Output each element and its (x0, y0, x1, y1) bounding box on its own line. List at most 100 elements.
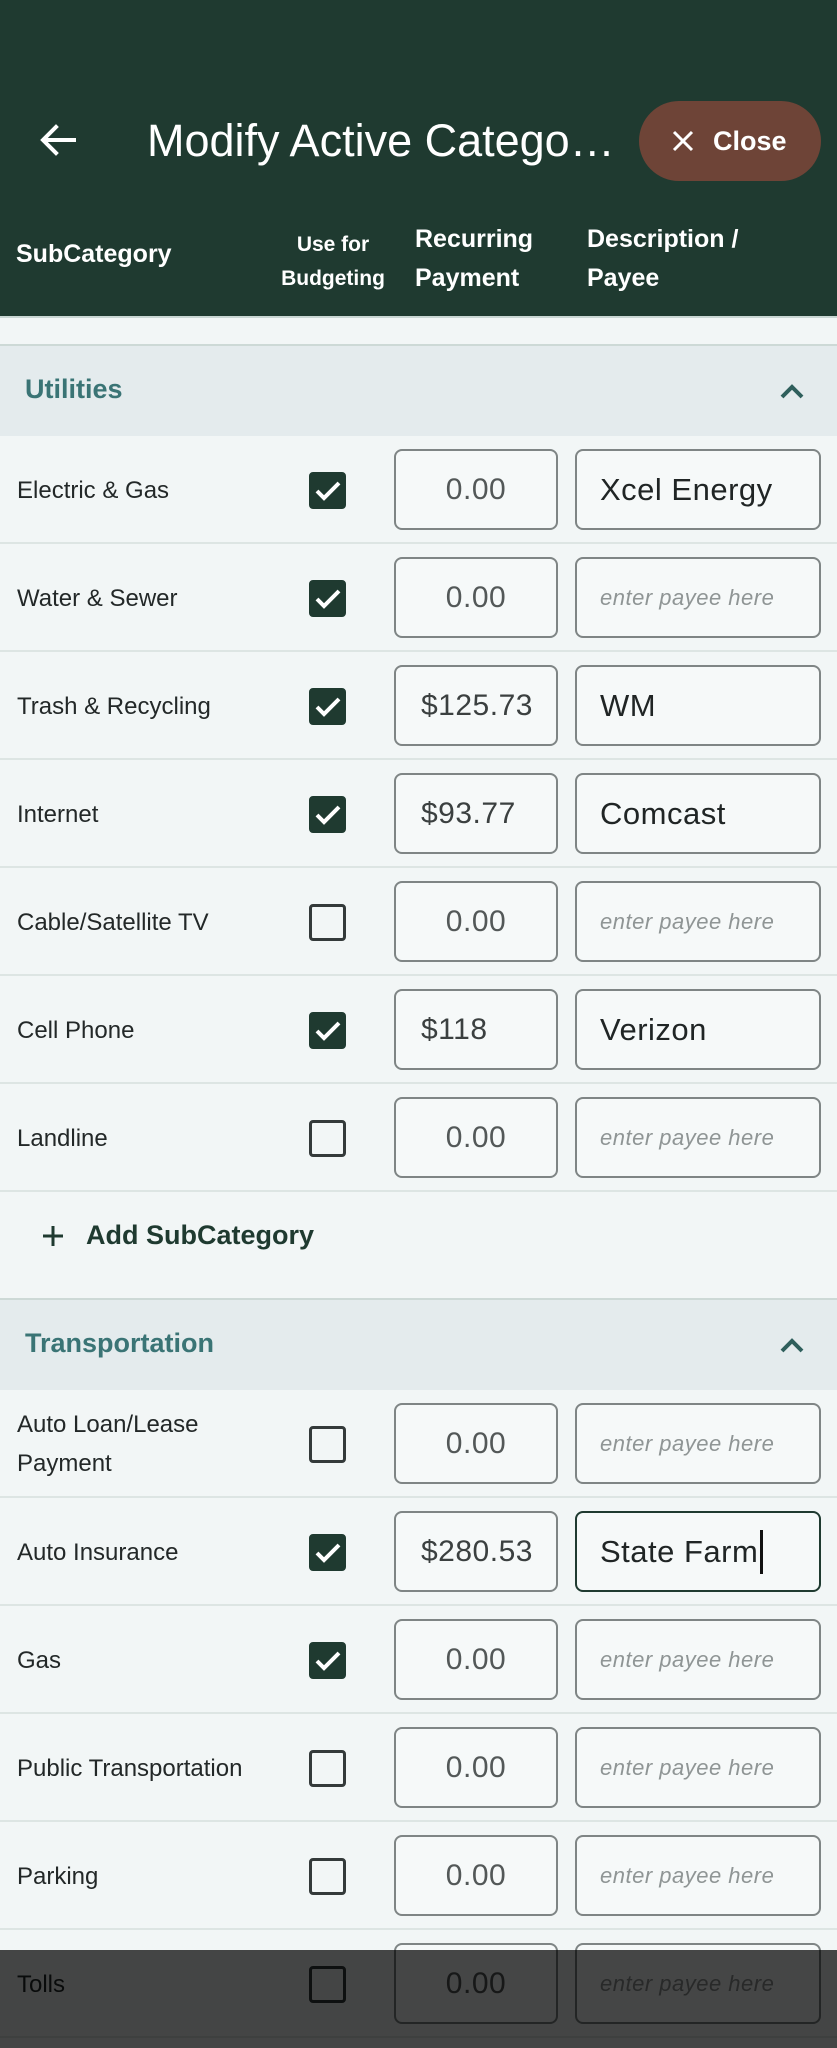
payee-value: Comcast (600, 795, 726, 831)
recurring-payment-input[interactable]: 0.00 (394, 1943, 558, 2024)
subcategory-row: Water & Sewer 0.00 enter payee here (0, 544, 837, 652)
subcategory-row: Public Transportation 0.00 enter payee her… (0, 1714, 837, 1822)
payee-input[interactable]: enter payee here (575, 557, 821, 638)
payee-value: enter payee here (600, 908, 775, 934)
subcategory-row: Parking 0.00 enter payee here (0, 1822, 837, 1930)
payee-input[interactable]: WM (575, 665, 821, 746)
payee-value: WM (600, 687, 657, 723)
subcategory-name: Auto Insurance (17, 1538, 179, 1566)
use-for-budgeting-checkbox[interactable] (309, 1120, 346, 1157)
recurring-payment-value: $280.53 (421, 1534, 533, 1568)
subcategory-row: Cable/Satellite TV 0.00 enter payee here (0, 868, 837, 976)
recurring-payment-input[interactable]: $125.73 (394, 665, 558, 746)
check-icon (315, 589, 340, 609)
recurring-payment-value: 0.00 (445, 1858, 507, 1892)
subcategory-label: Landline (17, 1084, 277, 1192)
recurring-payment-input[interactable]: 0.00 (394, 1097, 558, 1178)
back-button[interactable] (30, 112, 86, 168)
use-for-budgeting-checkbox[interactable] (309, 1012, 346, 1049)
subcategory-row: Gas 0.00 enter payee here (0, 1606, 837, 1714)
close-label: Close (713, 125, 787, 156)
subcategory-label: Internet (17, 760, 277, 868)
subcategory-name: Auto Loan/Lease Payment (17, 1411, 199, 1477)
payee-input[interactable]: enter payee here (575, 1403, 821, 1484)
recurring-payment-value: 0.00 (445, 1642, 507, 1676)
payee-value: State Farm (600, 1533, 759, 1569)
subcategory-label: Auto Loan/Lease Payment (17, 1390, 277, 1498)
use-for-budgeting-checkbox[interactable] (309, 472, 346, 509)
recurring-payment-input[interactable]: $118 (394, 989, 558, 1070)
payee-input[interactable]: Verizon (575, 989, 821, 1070)
subcategory-label: Water & Sewer (17, 544, 277, 652)
check-icon (315, 1651, 340, 1671)
chevron-up-icon (780, 1338, 804, 1353)
collapse-toggle[interactable] (777, 376, 807, 406)
recurring-payment-value: $125.73 (421, 688, 533, 722)
recurring-payment-value: 0.00 (445, 1750, 507, 1784)
use-for-budgeting-checkbox[interactable] (309, 1426, 346, 1463)
recurring-payment-input[interactable]: $93.77 (394, 773, 558, 854)
use-for-budgeting-checkbox[interactable] (309, 688, 346, 725)
subcategory-row: Electric & Gas 0.00 Xcel Energy (0, 436, 837, 544)
recurring-payment-input[interactable]: 0.00 (394, 1727, 558, 1808)
recurring-payment-input[interactable]: 0.00 (394, 1835, 558, 1916)
recurring-payment-value: 0.00 (445, 1426, 507, 1460)
section-header-transportation[interactable]: Transportation (0, 1298, 837, 1390)
payee-input[interactable]: enter payee here (575, 1943, 821, 2024)
payee-input[interactable]: Comcast (575, 773, 821, 854)
recurring-payment-input[interactable]: 0.00 (394, 1619, 558, 1700)
subcategory-name: Water & Sewer (17, 584, 178, 612)
payee-input[interactable]: enter payee here (575, 1619, 821, 1700)
column-header-use-for-budgeting: Use for Budgeting (281, 233, 385, 290)
payee-value: Verizon (600, 1011, 707, 1047)
header-divider (0, 316, 837, 318)
subcategory-name: Internet (17, 800, 99, 828)
subcategory-name: Parking (17, 1862, 99, 1890)
recurring-payment-input[interactable]: 0.00 (394, 881, 558, 962)
recurring-payment-input[interactable]: 0.00 (394, 449, 558, 530)
close-button[interactable]: Close (639, 101, 821, 181)
subcategory-row: Auto Insurance $280.53 State Farm (0, 1498, 837, 1606)
column-header-recurring-payment: Recurring Payment (415, 225, 534, 292)
recurring-payment-value: 0.00 (445, 580, 507, 614)
use-for-budgeting-checkbox[interactable] (309, 1750, 346, 1787)
payee-value: enter payee here (600, 1862, 775, 1888)
payee-input[interactable]: enter payee here (575, 1097, 821, 1178)
payee-input[interactable]: enter payee here (575, 881, 821, 962)
use-for-budgeting-checkbox[interactable] (309, 580, 346, 617)
payee-input[interactable]: enter payee here (575, 1727, 821, 1808)
column-header-subcategory: SubCategory (16, 240, 172, 268)
subcategory-label: Gas (17, 1606, 277, 1714)
add-subcategory-row: Add SubCategory (0, 1190, 837, 1298)
collapse-toggle[interactable] (777, 1330, 807, 1360)
payee-input[interactable]: enter payee here (575, 1835, 821, 1916)
recurring-payment-value: 0.00 (445, 904, 507, 938)
add-subcategory-label: Add SubCategory (86, 1220, 315, 1250)
payee-input[interactable]: Xcel Energy (575, 449, 821, 530)
recurring-payment-input[interactable]: 0.00 (394, 1403, 558, 1484)
subcategory-label: Trash & Recycling (17, 652, 277, 760)
subcategory-row: Trash & Recycling $125.73 WM (0, 652, 837, 760)
payee-value: enter payee here (600, 1754, 775, 1780)
use-for-budgeting-checkbox[interactable] (309, 1534, 346, 1571)
subcategory-label: Auto Insurance (17, 1498, 277, 1606)
use-for-budgeting-checkbox[interactable] (309, 796, 346, 833)
check-icon (315, 1021, 340, 1041)
use-for-budgeting-checkbox[interactable] (309, 1966, 346, 2003)
payee-value: enter payee here (600, 1646, 775, 1672)
add-subcategory-button[interactable]: Add SubCategory (42, 1220, 314, 1251)
use-for-budgeting-checkbox[interactable] (309, 1858, 346, 1895)
subcategory-name: Public Transportation (17, 1754, 243, 1782)
subcategory-label: Tolls (17, 1930, 277, 2038)
subcategory-name: Trash & Recycling (17, 692, 211, 720)
subcategory-name: Gas (17, 1646, 62, 1674)
app-bar: Modify Active Catego… Close SubCategory … (0, 0, 837, 316)
use-for-budgeting-checkbox[interactable] (309, 1642, 346, 1679)
use-for-budgeting-checkbox[interactable] (309, 904, 346, 941)
section-header-utilities[interactable]: Utilities (0, 344, 837, 436)
recurring-payment-input[interactable]: $280.53 (394, 1511, 558, 1592)
recurring-payment-value: 0.00 (445, 472, 507, 506)
payee-input[interactable]: State Farm (575, 1511, 821, 1592)
subcategory-label: Public Transportation (17, 1714, 277, 1822)
recurring-payment-input[interactable]: 0.00 (394, 557, 558, 638)
